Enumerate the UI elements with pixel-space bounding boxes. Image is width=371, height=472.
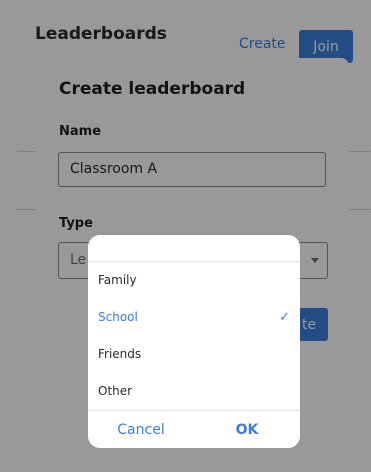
- picker-header: [88, 235, 300, 262]
- screen: Leaderboards Create Join Create leaderbo…: [0, 0, 371, 472]
- picker-option-other[interactable]: Other: [88, 373, 300, 410]
- type-picker-dialog: Family School ✓ Friends Other Cancel OK: [88, 235, 300, 448]
- picker-actions: Cancel OK: [88, 410, 300, 448]
- picker-option-label: Friends: [98, 347, 142, 361]
- picker-option-friends[interactable]: Friends: [88, 336, 300, 373]
- picker-option-label: Family: [98, 273, 137, 287]
- picker-option-family[interactable]: Family: [88, 262, 300, 299]
- ok-button[interactable]: OK: [194, 411, 300, 448]
- picker-option-label: Other: [98, 384, 133, 398]
- checkmark-icon: ✓: [279, 310, 290, 325]
- picker-option-label: School: [98, 310, 138, 324]
- picker-option-school[interactable]: School ✓: [88, 299, 300, 336]
- cancel-button[interactable]: Cancel: [88, 411, 194, 448]
